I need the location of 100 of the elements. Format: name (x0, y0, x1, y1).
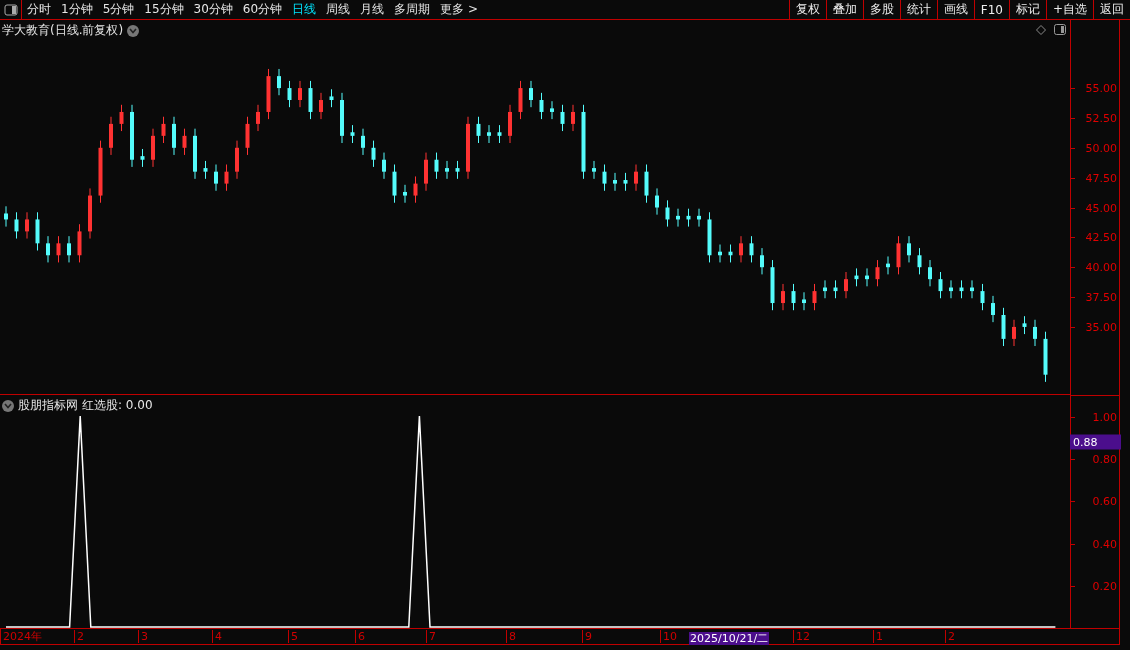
dropdown-icon[interactable] (2, 399, 14, 412)
candle (361, 128, 365, 156)
axis-label: 50.00 (1085, 141, 1117, 155)
candle (130, 104, 134, 168)
candle (56, 235, 61, 263)
toolbar-button[interactable]: 复权 (788, 0, 826, 19)
candle (350, 124, 355, 144)
toolbar-button[interactable]: 画线 (936, 0, 974, 19)
period-tab[interactable]: 周线 (321, 0, 356, 19)
period-tab[interactable]: 1分钟 (56, 0, 98, 19)
indicator-reading: 红选股: 0.00 (82, 397, 153, 414)
candle (865, 267, 869, 287)
candle (802, 291, 806, 311)
toolbar-button[interactable]: +自选 (1045, 0, 1093, 19)
toolbar-button[interactable]: 返回 (1093, 0, 1130, 19)
candle (707, 211, 712, 263)
candle (697, 208, 701, 228)
indicator-name: 股朋指标网 (18, 397, 78, 414)
candle (560, 104, 565, 132)
candle (718, 244, 722, 263)
axis-label: 0.60 (1092, 494, 1117, 508)
candle (592, 160, 596, 180)
candle (172, 116, 176, 156)
period-tab[interactable]: 更多 > (435, 0, 483, 19)
period-tab[interactable]: 30分钟 (188, 0, 238, 19)
axis-label: 37.50 (1085, 290, 1117, 304)
date-label: 3 (138, 630, 212, 643)
candle (308, 80, 313, 120)
candle (371, 140, 376, 168)
candle (644, 164, 649, 204)
candle (193, 128, 197, 180)
candle (151, 128, 155, 168)
candle (382, 152, 386, 180)
cursor-date: 2025/10/21/二 (689, 632, 770, 645)
candle (287, 80, 292, 108)
candle (623, 172, 628, 192)
period-tab[interactable]: 5分钟 (97, 0, 140, 19)
candle (277, 68, 281, 96)
candle (434, 152, 439, 180)
stock-title: 学大教育(日线.前复权) (2, 22, 124, 39)
toolbar-button[interactable]: 多股 (862, 0, 900, 19)
candle (140, 148, 145, 168)
candle (854, 267, 859, 287)
candle (833, 279, 838, 299)
axis-label: 35.00 (1085, 320, 1117, 334)
candle (161, 116, 166, 144)
candle (770, 259, 775, 311)
period-tab[interactable]: 多周期 (389, 0, 436, 19)
candle (424, 152, 428, 192)
candle (67, 235, 71, 263)
candle (266, 68, 271, 120)
candle (14, 211, 19, 240)
candle (539, 92, 544, 120)
candle (949, 279, 953, 299)
period-tab[interactable]: 60分钟 (237, 0, 288, 19)
candle (182, 128, 187, 156)
axis-label: 1.00 (1092, 410, 1117, 424)
period-tab[interactable]: 日线 (287, 0, 322, 19)
candle (613, 172, 617, 192)
candle (844, 271, 848, 299)
period-tab[interactable]: 月线 (355, 0, 390, 19)
candle (403, 184, 407, 204)
candle (476, 116, 481, 144)
dropdown-icon[interactable] (127, 24, 140, 37)
toolbar-button[interactable]: F10 (973, 0, 1009, 19)
panel-toggle-icon[interactable] (1054, 24, 1066, 35)
toolbar-button[interactable]: 叠加 (825, 0, 863, 19)
axis-label: 0.40 (1092, 537, 1117, 551)
date-label: 1 (873, 630, 945, 643)
date-label: 6 (355, 630, 426, 643)
candle (728, 244, 733, 263)
candle (812, 283, 817, 311)
candle (214, 164, 218, 192)
candle (35, 211, 40, 251)
candle (781, 283, 785, 311)
candle (235, 140, 239, 180)
candle (749, 235, 754, 263)
candle (1001, 307, 1006, 347)
period-tab[interactable]: 分时 (22, 0, 56, 19)
candle (938, 271, 943, 299)
date-label: 2 (74, 630, 138, 643)
candle (88, 187, 92, 240)
axis-label: 52.50 (1085, 111, 1117, 125)
candle (970, 279, 974, 299)
candle (980, 283, 985, 311)
candle (413, 175, 418, 204)
candle (46, 235, 50, 263)
date-label: 12 (793, 630, 873, 643)
candle (917, 247, 922, 275)
candle (518, 80, 523, 120)
date-label: 7 (426, 630, 506, 643)
candle (224, 164, 229, 192)
axis-label: 0.80 (1092, 452, 1117, 466)
candle (686, 208, 691, 228)
candle (298, 80, 302, 108)
toolbar-button[interactable]: 标记 (1008, 0, 1046, 19)
period-tab[interactable]: 15分钟 (139, 0, 189, 19)
toolbar-button[interactable]: 统计 (899, 0, 937, 19)
candle (550, 100, 554, 120)
candle (529, 80, 533, 108)
